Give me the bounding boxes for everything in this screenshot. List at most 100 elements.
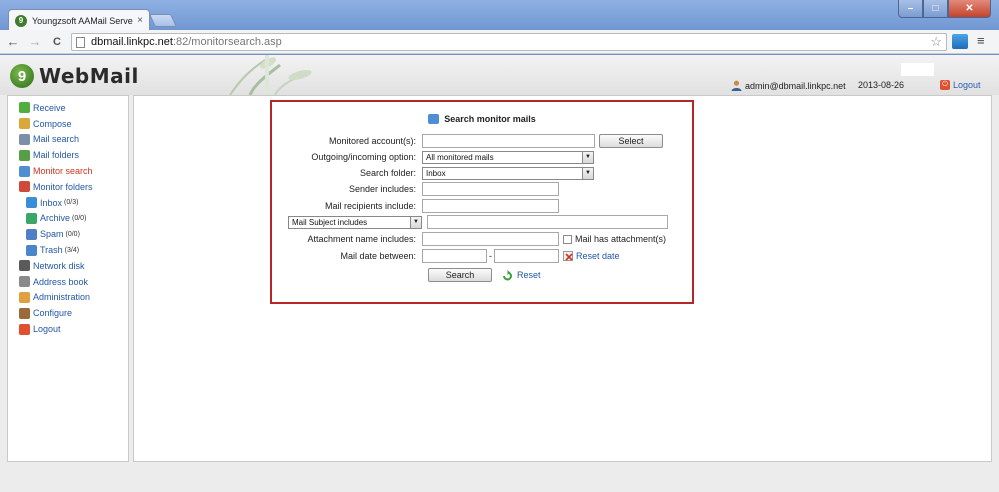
- url-path: :82/monitorsearch.asp: [172, 36, 282, 48]
- monitor-folders-icon: [19, 181, 30, 193]
- maximize-button[interactable]: □: [923, 0, 948, 18]
- bookmark-star-icon[interactable]: ☆: [930, 34, 942, 50]
- sidebar-item-spam[interactable]: Spam (0/0): [8, 226, 128, 242]
- direction-select-value: All monitored mails: [426, 152, 494, 162]
- page-icon: [76, 36, 85, 48]
- compose-icon: [19, 118, 30, 130]
- date-to-input[interactable]: [494, 249, 559, 263]
- sidebar-item-compose[interactable]: Compose: [8, 116, 128, 132]
- has-attachment-label: Mail has attachment(s): [575, 234, 667, 244]
- url-host: dbmail.linkpc.net: [91, 36, 173, 48]
- webmail-logo: 9 WebMail: [10, 64, 139, 88]
- sender-label: Sender includes:: [348, 184, 416, 194]
- reset-icon[interactable]: [502, 269, 513, 281]
- browser-menu-icon[interactable]: ≡: [977, 33, 985, 48]
- magnifier-icon: [19, 133, 30, 145]
- logout-label: Logout: [953, 80, 981, 90]
- sidebar-item-address-book[interactable]: Address book: [8, 274, 128, 290]
- plant-decoration-icon: [229, 55, 312, 95]
- sidebar-item-inbox[interactable]: Inbox (0/3): [8, 195, 128, 211]
- sidebar-item-receive[interactable]: Receive: [8, 100, 128, 116]
- sidebar-item-logout[interactable]: Logout: [8, 321, 128, 337]
- trash-icon: [26, 244, 37, 256]
- date-from-input[interactable]: [422, 249, 487, 263]
- sidebar-item-label: Archive: [40, 213, 71, 224]
- logo-text: WebMail: [39, 64, 139, 88]
- header-blank-box: [901, 63, 934, 76]
- monitored-accounts-label: Monitored account(s):: [328, 136, 416, 146]
- attachment-input[interactable]: [422, 232, 559, 246]
- sidebar-item-mail-search[interactable]: Mail search: [8, 132, 128, 148]
- tab-close-icon[interactable]: ×: [137, 15, 143, 26]
- receive-icon: [19, 102, 30, 114]
- aamail-favicon: 9: [15, 14, 27, 27]
- sidebar-item-configure[interactable]: Configure: [8, 305, 128, 321]
- minimize-button[interactable]: –: [898, 0, 923, 18]
- panel-title: Search monitor mails: [272, 114, 692, 124]
- chevron-down-icon: ▼: [582, 167, 593, 179]
- select-button[interactable]: Select: [599, 134, 663, 148]
- archive-icon: [26, 212, 37, 224]
- sender-input[interactable]: [422, 182, 559, 196]
- subject-field-select[interactable]: Mail Subject includes ▼: [288, 215, 422, 229]
- sidebar-item-mail-folders[interactable]: Mail folders: [8, 147, 128, 163]
- monitor-search-icon: [19, 165, 30, 177]
- sidebar-item-administration[interactable]: Administration: [8, 290, 128, 306]
- new-tab-button[interactable]: [148, 14, 178, 27]
- folder-count: (3/4): [64, 246, 80, 254]
- close-window-button[interactable]: ✕: [948, 0, 991, 18]
- monitored-accounts-input[interactable]: [422, 134, 595, 148]
- row-subject: Mail Subject includes ▼: [288, 215, 668, 229]
- forward-button[interactable]: →: [26, 34, 44, 49]
- sidebar-item-label: Network disk: [33, 260, 85, 271]
- browser-tab[interactable]: 9 Youngzsoft AAMail Server ×: [8, 9, 150, 31]
- search-monitor-panel: Search monitor mails Monitored account(s…: [270, 100, 694, 304]
- sidebar-item-label: Mail search: [33, 134, 80, 145]
- sidebar-item-label: Inbox: [40, 197, 63, 208]
- row-sender: Sender includes:: [272, 182, 559, 196]
- reload-button[interactable]: C: [48, 36, 66, 48]
- folder-select[interactable]: Inbox ▼: [422, 166, 594, 180]
- inbox-icon: [26, 197, 37, 209]
- chevron-down-icon: ▼: [410, 216, 421, 228]
- recipients-input[interactable]: [422, 199, 559, 213]
- logout-icon: ⏻: [940, 80, 950, 90]
- user-email: admin@dbmail.linkpc.net: [745, 80, 846, 91]
- search-button[interactable]: Search: [428, 268, 492, 282]
- webmail-page: 9 WebMail admin@dbmail.linkpc.net 2013-0…: [0, 55, 999, 492]
- sidebar-item-label: Spam: [40, 229, 64, 240]
- sidebar-item-monitor-search[interactable]: Monitor search: [8, 163, 128, 179]
- sidebar-item-archive[interactable]: Archive (0/0): [8, 211, 128, 227]
- date-label: Mail date between:: [340, 251, 416, 261]
- logout-link[interactable]: ⏻ Logout: [940, 80, 981, 90]
- sidebar-item-label: Mail folders: [33, 150, 80, 161]
- direction-label: Outgoing/incoming option:: [311, 152, 416, 162]
- sidebar: Receive Compose Mail search Mail folders Mon…: [7, 95, 129, 462]
- address-bar[interactable]: dbmail.linkpc.net:82/monitorsearch.asp ☆: [71, 33, 947, 51]
- has-attachment-checkbox[interactable]: [563, 234, 572, 244]
- reset-link[interactable]: Reset: [517, 270, 541, 280]
- reset-date-link[interactable]: Reset date: [576, 251, 620, 261]
- row-folder: Search folder: Inbox ▼: [272, 166, 594, 180]
- network-disk-icon: [19, 260, 30, 272]
- folders-icon: [19, 149, 30, 161]
- attachment-label: Attachment name includes:: [307, 234, 416, 244]
- direction-select[interactable]: All monitored mails ▼: [422, 150, 594, 164]
- subject-input[interactable]: [427, 215, 668, 229]
- folder-count: (0/0): [65, 230, 80, 238]
- user-icon: [731, 80, 742, 91]
- sidebar-item-monitor-folders[interactable]: Monitor folders: [8, 179, 128, 195]
- extension-icon[interactable]: [952, 34, 968, 49]
- current-date: 2013-08-26: [858, 80, 905, 90]
- sidebar-item-label: Receive: [33, 102, 66, 113]
- sidebar-item-label: Address book: [33, 276, 89, 287]
- folder-count: (0/0): [72, 214, 87, 222]
- sidebar-item-network-disk[interactable]: Network disk: [8, 258, 128, 274]
- back-button[interactable]: ←: [4, 34, 22, 49]
- reset-date-icon[interactable]: [563, 251, 573, 261]
- spam-icon: [26, 228, 37, 240]
- row-attachment: Attachment name includes: Mail has attac…: [272, 232, 666, 246]
- sidebar-item-trash[interactable]: Trash (3/4): [8, 242, 128, 258]
- address-book-icon: [19, 276, 30, 288]
- sidebar-item-label: Monitor search: [33, 166, 93, 177]
